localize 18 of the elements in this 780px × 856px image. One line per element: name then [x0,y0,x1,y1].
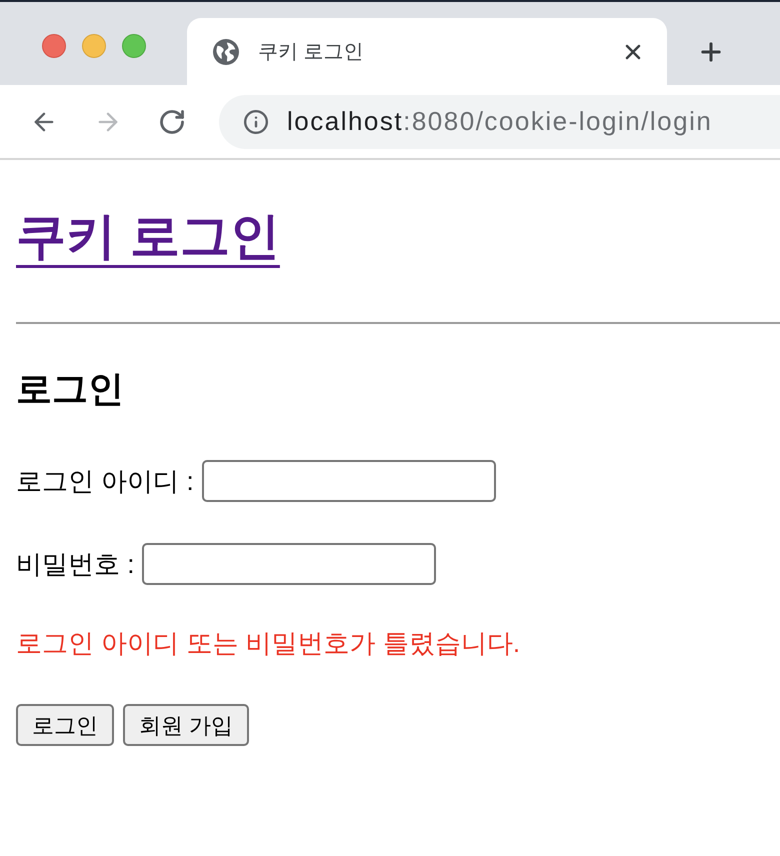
tab-title: 쿠키 로그인 [258,40,364,64]
form-button[interactable]: 로그인 [16,704,114,746]
close-window-button[interactable] [42,34,66,58]
form-heading: 로그인 [16,368,124,410]
field-label: 비밀번호 : [16,548,134,580]
info-icon [243,108,269,134]
input-field[interactable] [202,460,496,502]
field-label: 로그인 아이디 : [16,465,194,497]
globe-icon [213,38,239,64]
input-field[interactable] [142,543,436,585]
error-message: 로그인 아이디 또는 비밀번호가 틀렸습니다. [16,627,520,659]
address-bar[interactable]: localhost:8080/cookie-login/login [219,94,780,148]
reload-icon [158,108,186,136]
reload-button[interactable] [158,108,186,136]
browser-tab[interactable]: 쿠키 로그인 [187,18,667,85]
form-button[interactable]: 회원 가입 [123,704,250,746]
url-text: localhost:8080/cookie-login/login [287,105,712,138]
site-title-link[interactable]: 쿠키 로그인 [16,207,280,265]
